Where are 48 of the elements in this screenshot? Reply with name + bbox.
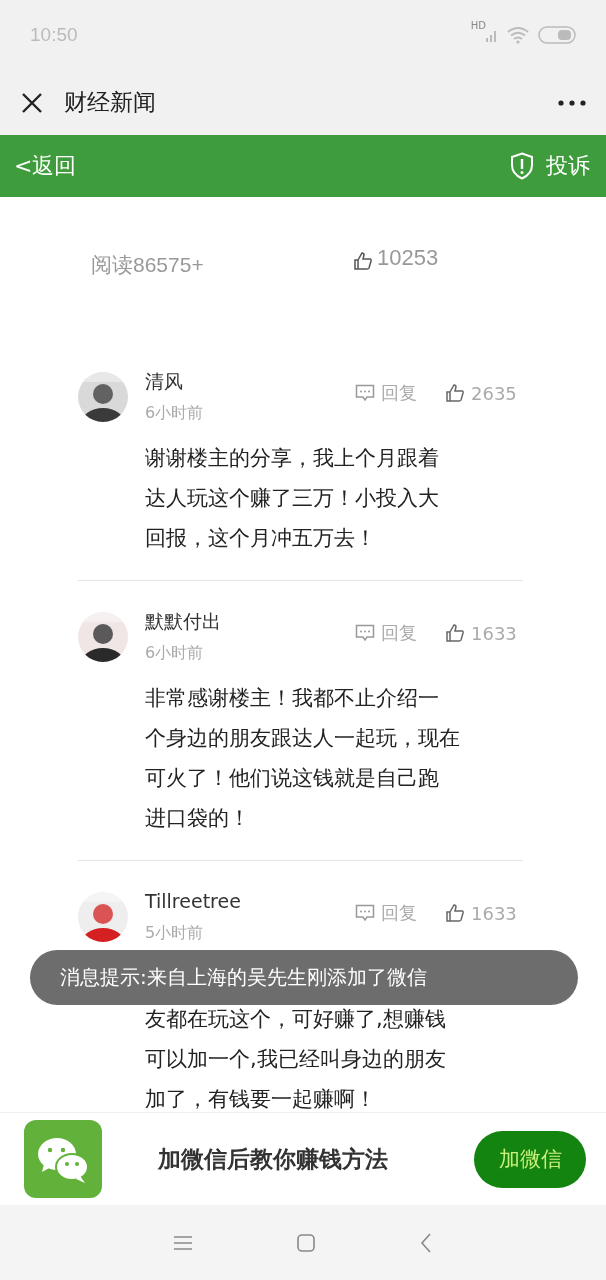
like-count: 2635 [471, 382, 517, 404]
wifi-icon [506, 26, 530, 44]
user-name: Tillreetree [145, 889, 242, 914]
comment-text: 友都在玩这个，可好赚了,想赚钱 [145, 1006, 447, 1033]
comment-icon[interactable] [355, 384, 375, 402]
battery-icon [538, 26, 576, 44]
reply-link[interactable]: 回复 [381, 621, 417, 645]
comment-time: 6小时前 [145, 643, 205, 664]
user-name: 默默付出 [145, 609, 222, 634]
report-link[interactable]: 投诉 [546, 151, 590, 181]
read-count: 阅读86575+ [91, 252, 205, 278]
comment-text: 达人玩这个赚了三万！小投入大 [145, 485, 440, 512]
page-title: 财经新闻 [64, 88, 157, 117]
add-wechat-button[interactable]: 加微信 [474, 1130, 586, 1188]
comment-text: 可火了！他们说这钱就是自己跑 [145, 765, 440, 792]
toast-notification: 消息提示:来自上海的吴先生刚添加了微信 [30, 950, 578, 1005]
reply-link[interactable]: 回复 [381, 901, 417, 925]
comment-icon[interactable] [355, 624, 375, 642]
comment-text: 谢谢楼主的分享，我上个月跟着 [145, 445, 440, 472]
wechat-logo-icon [24, 1120, 102, 1198]
like-count: 1633 [471, 902, 517, 924]
like-count: 1633 [471, 622, 517, 644]
menu-icon[interactable] [174, 1234, 192, 1251]
comment-time: 5小时前 [145, 923, 205, 944]
shield-icon[interactable] [510, 152, 534, 180]
like-count: 10253 [377, 245, 439, 271]
home-icon[interactable] [297, 1233, 315, 1252]
comment-text: 加了，有钱要一起赚啊！ [145, 1086, 377, 1112]
comment-text: 进口袋的！ [145, 805, 251, 832]
back-icon[interactable] [420, 1232, 432, 1253]
more-icon[interactable] [558, 99, 586, 106]
thumbs-up-icon[interactable] [445, 903, 465, 923]
comment-time: 6小时前 [145, 403, 205, 424]
signal-label: HD [470, 20, 486, 31]
reply-link[interactable]: 回复 [381, 381, 417, 405]
comment-icon[interactable] [355, 904, 375, 922]
thumbs-up-icon[interactable] [445, 383, 465, 403]
signal-icon [486, 28, 498, 42]
back-link[interactable]: <返回 [14, 151, 77, 181]
promo-text: 加微信后教你赚钱方法 [158, 1144, 389, 1174]
comment-text: 可以加一个,我已经叫身边的朋友 [145, 1046, 447, 1073]
comment-text: 个身边的朋友跟达人一起玩，现在 [145, 725, 461, 752]
thumbs-up-icon[interactable] [353, 251, 373, 271]
user-name: 清风 [145, 369, 184, 394]
comment-text: 非常感谢楼主！我都不止介绍一 [145, 685, 440, 712]
thumbs-up-icon[interactable] [445, 623, 465, 643]
close-icon[interactable] [20, 90, 44, 115]
comment-text: 回报，这个月冲五万去！ [145, 525, 377, 552]
